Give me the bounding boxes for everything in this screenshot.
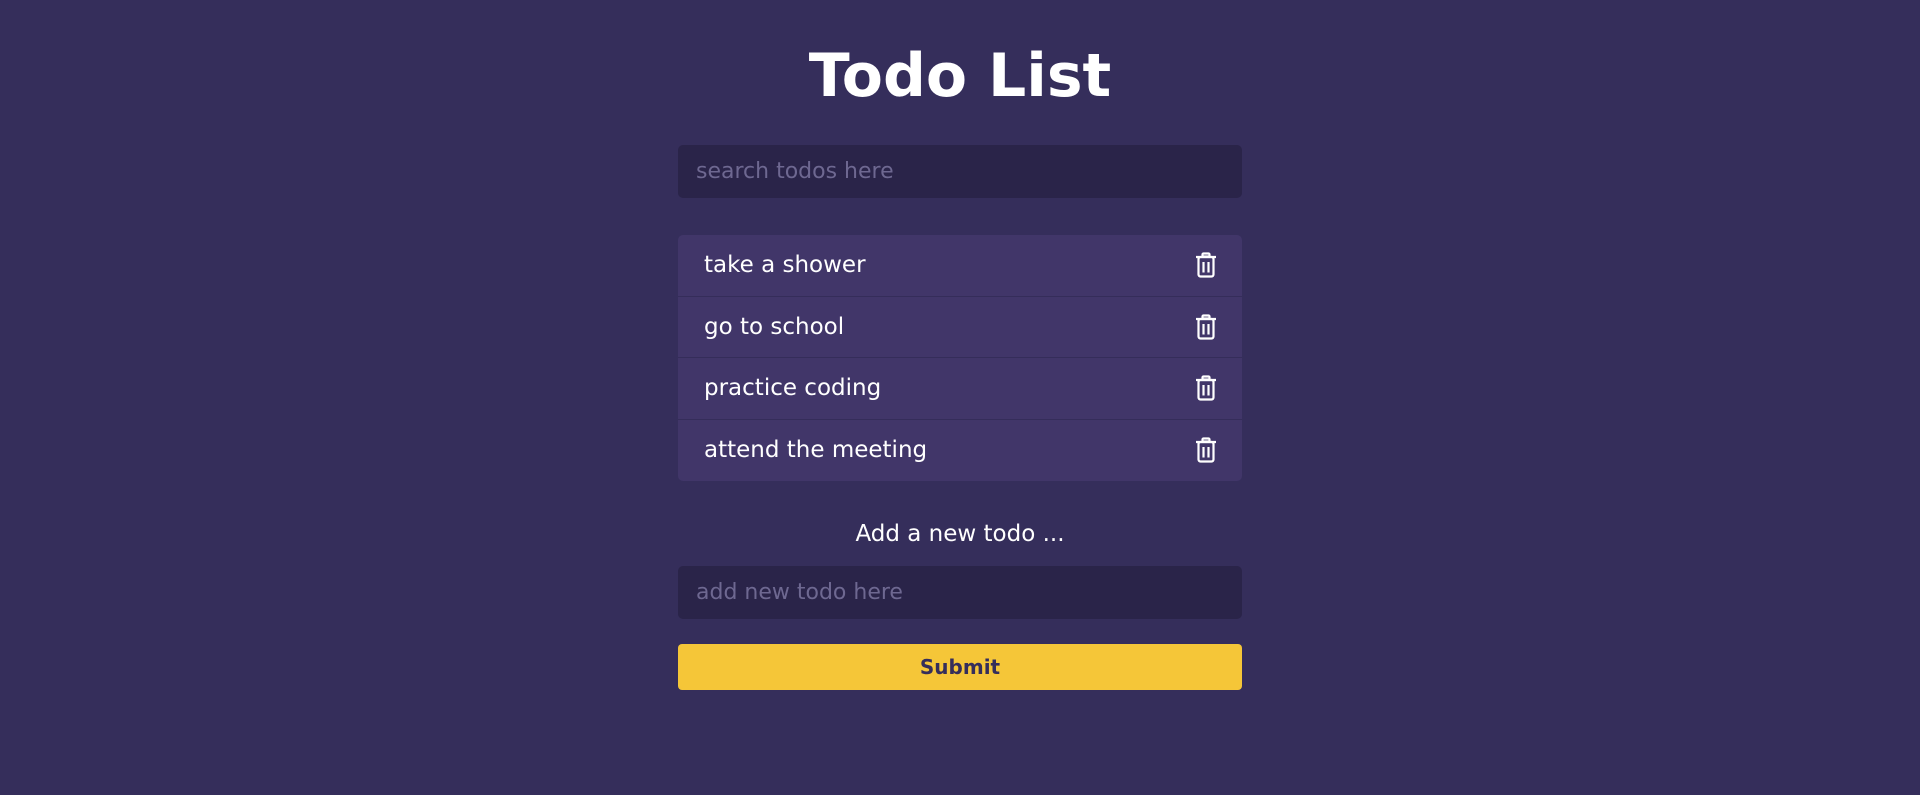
trash-icon[interactable] <box>1194 313 1218 341</box>
list-item: attend the meeting <box>678 420 1242 482</box>
page-title: Todo List <box>808 41 1112 111</box>
todo-text: practice coding <box>704 375 882 402</box>
todo-list: take a shower go to school practice codi… <box>678 235 1242 481</box>
trash-icon[interactable] <box>1194 436 1218 464</box>
list-item: take a shower <box>678 235 1242 297</box>
trash-icon[interactable] <box>1194 374 1218 402</box>
todo-text: take a shower <box>704 252 866 279</box>
add-todo-input[interactable] <box>678 566 1242 619</box>
list-item: practice coding <box>678 358 1242 420</box>
search-input[interactable] <box>678 145 1242 198</box>
todo-text: attend the meeting <box>704 437 928 464</box>
list-item: go to school <box>678 297 1242 358</box>
submit-button[interactable]: Submit <box>678 644 1242 690</box>
add-todo-label: Add a new todo ... <box>855 521 1065 547</box>
trash-icon[interactable] <box>1194 251 1218 279</box>
todo-text: go to school <box>704 313 845 340</box>
